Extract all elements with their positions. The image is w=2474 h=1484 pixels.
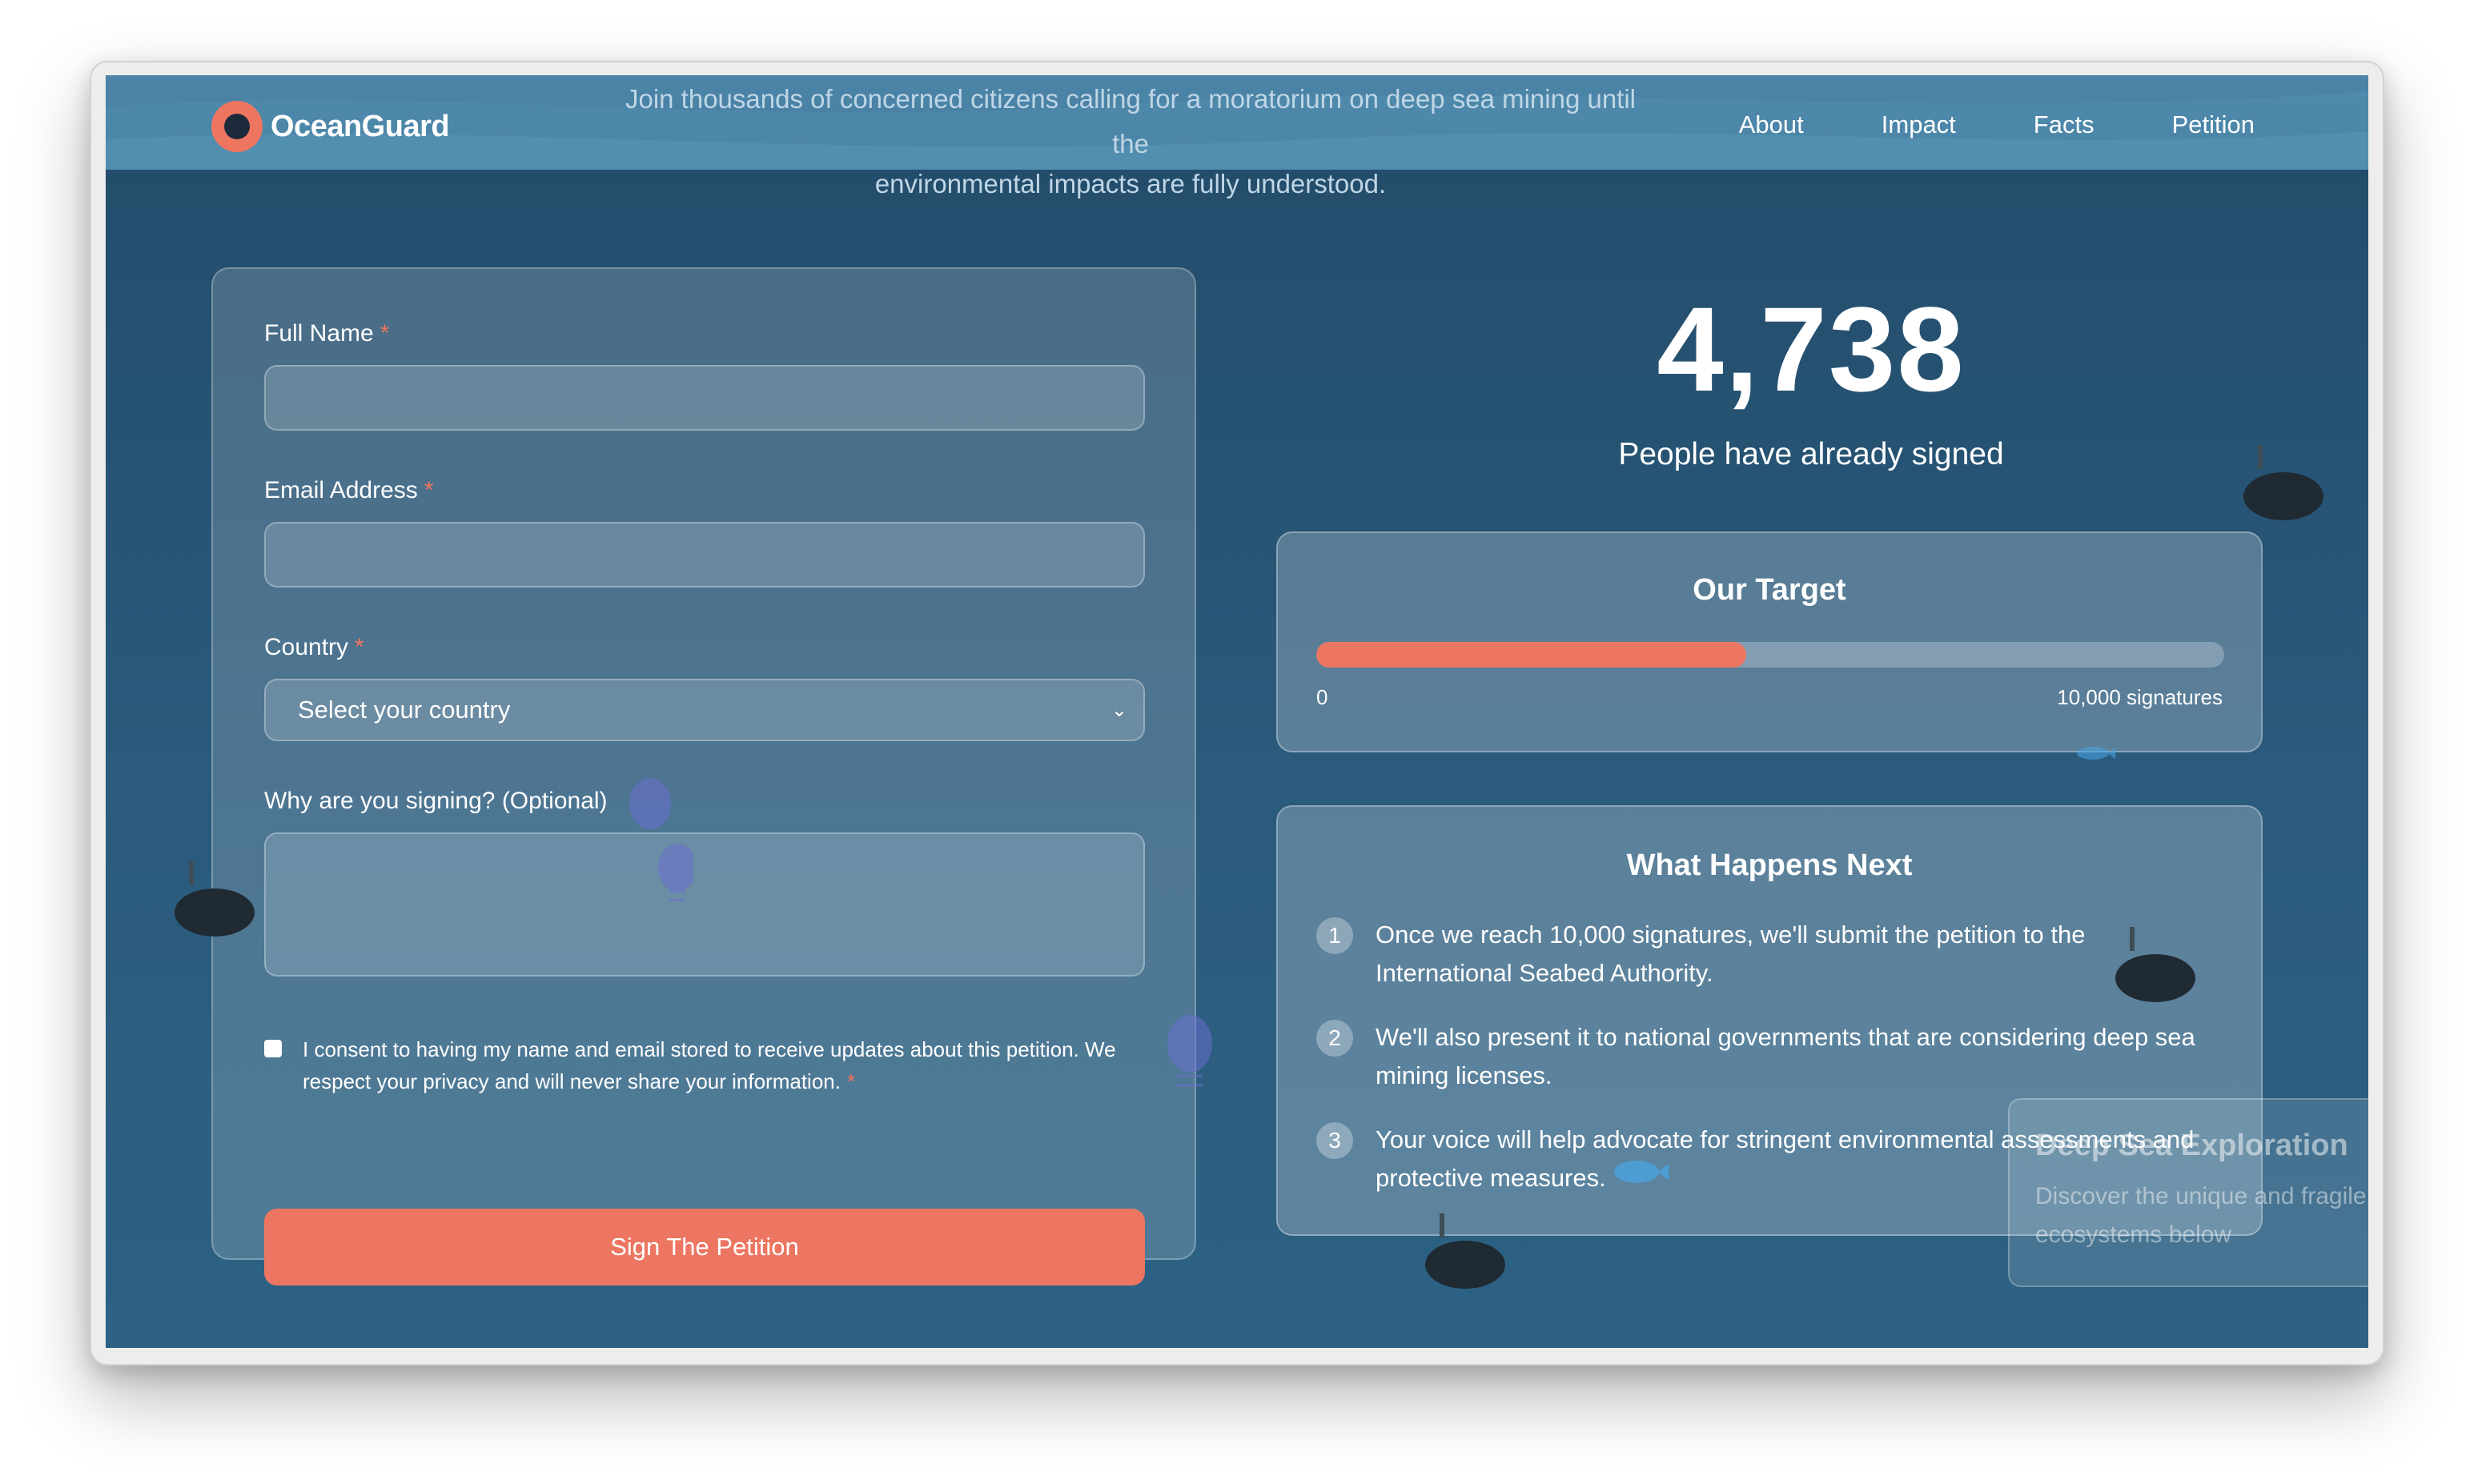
email-label: Email Address *	[264, 477, 433, 504]
tagline-line-2: environmental impacts are fully understo…	[874, 169, 1387, 199]
country-label-text: Country	[264, 634, 349, 660]
consent-row: I consent to having my name and email st…	[264, 1033, 1145, 1097]
jellyfish-icon	[629, 778, 693, 901]
target-max-label: 10,000 signatures	[2057, 685, 2223, 709]
step-text: Once we reach 10,000 signatures, we'll s…	[1376, 920, 2086, 987]
page-viewport: OceanGuard Join thousands of concerned c…	[106, 75, 2368, 1348]
nav-link-facts[interactable]: Facts	[2034, 110, 2094, 139]
submarine-icon	[1425, 1213, 1505, 1289]
signature-count-label: People have already signed	[1618, 437, 2004, 471]
brand-logo[interactable]: OceanGuard	[211, 101, 450, 152]
country-select-value: Select your country	[298, 696, 511, 724]
consent-text-body: I consent to having my name and email st…	[303, 1037, 1116, 1093]
nav-link-impact[interactable]: Impact	[1882, 110, 1956, 139]
submarine-icon	[2115, 927, 2195, 1002]
fish-icon	[2077, 747, 2115, 760]
consent-text: I consent to having my name and email st…	[303, 1033, 1145, 1097]
reason-textarea[interactable]	[264, 832, 1145, 977]
fish-icon	[1614, 1161, 1669, 1183]
logo-text: OceanGuard	[271, 109, 450, 143]
site-header: OceanGuard Join thousands of concerned c…	[106, 75, 2368, 199]
country-select[interactable]: Select your country ⌄	[264, 679, 1145, 741]
nav-link-petition[interactable]: Petition	[2172, 110, 2255, 139]
reason-label: Why are you signing? (Optional)	[264, 788, 608, 814]
required-marker: *	[846, 1069, 856, 1093]
required-marker: *	[424, 477, 434, 503]
submarine-icon	[2243, 445, 2323, 520]
full-name-input[interactable]	[264, 365, 1145, 431]
deep-sea-exploration-card[interactable]: Deep Sea Exploration Discover the unique…	[2008, 1098, 2368, 1287]
required-marker: *	[380, 320, 390, 347]
step-number-badge: 3	[1316, 1122, 1353, 1159]
logo-icon	[211, 101, 263, 152]
target-min-label: 0	[1316, 685, 1328, 709]
nav-link-about[interactable]: About	[1739, 110, 1804, 139]
chevron-down-icon: ⌄	[1110, 699, 1127, 721]
exploration-description: Discover the unique and fragile ecosyste…	[2035, 1183, 2367, 1248]
next-steps-title: What Happens Next	[1626, 848, 1913, 882]
next-step-item: 1 Once we reach 10,000 signatures, we'll…	[1316, 916, 2213, 993]
tagline-line-1: Join thousands of concerned citizens cal…	[625, 84, 1637, 158]
jellyfish-icon	[1167, 1015, 1212, 1087]
required-marker: *	[355, 634, 364, 660]
country-label: Country *	[264, 634, 364, 661]
step-number-badge: 1	[1316, 917, 1353, 954]
header-tagline: Join thousands of concerned citizens cal…	[618, 75, 1643, 207]
petition-form-card: Full Name * Email Address * Country * Selec…	[211, 267, 1196, 1285]
target-panel: Our Target 0 10,000 signatures	[1276, 531, 2263, 752]
full-name-label: Full Name *	[264, 320, 389, 347]
consent-checkbox[interactable]	[264, 1040, 282, 1057]
target-progress-fill	[1316, 642, 1747, 668]
next-step-item: 2 We'll also present it to national gove…	[1316, 1018, 2213, 1095]
submarine-icon	[175, 861, 255, 937]
sign-petition-button[interactable]: Sign The Petition	[264, 1209, 1145, 1285]
main-nav: About Impact Facts Petition	[1739, 110, 2255, 139]
email-label-text: Email Address	[264, 477, 418, 503]
target-progress-track	[1316, 642, 2224, 668]
email-input[interactable]	[264, 522, 1145, 588]
full-name-label-text: Full Name	[264, 320, 374, 347]
step-number-badge: 2	[1316, 1020, 1353, 1057]
exploration-title: Deep Sea Exploration	[2035, 1129, 2348, 1162]
signature-count: 4,738	[1657, 282, 1966, 416]
target-title: Our Target	[1693, 573, 1846, 607]
step-text: We'll also present it to national govern…	[1376, 1023, 2195, 1089]
